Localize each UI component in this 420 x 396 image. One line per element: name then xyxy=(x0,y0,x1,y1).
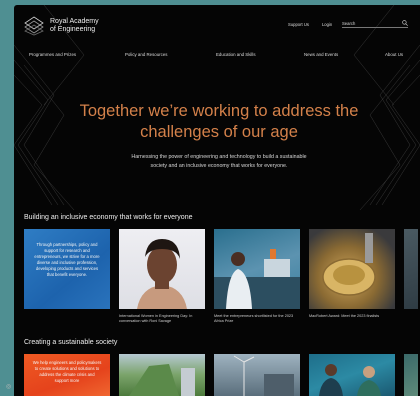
green-building-photo xyxy=(129,364,195,396)
people-photo xyxy=(319,364,381,396)
card-image xyxy=(404,229,418,309)
card-macrobert-award[interactable]: MacRobert Award: Meet the 2023 finalists xyxy=(309,229,395,324)
search-label: Search xyxy=(342,20,356,26)
card-partial[interactable] xyxy=(404,354,418,396)
nav-education-and-skills[interactable]: Education and Skills xyxy=(216,52,256,57)
card-image xyxy=(119,229,205,309)
card-overlay-text: Through partnerships, policy and support… xyxy=(34,242,100,277)
card-image xyxy=(309,229,395,309)
logo-text: Royal Academy of Engineering xyxy=(50,18,120,34)
accessibility-icon[interactable]: ◎ xyxy=(6,383,11,390)
card-image: Through partnerships, policy and support… xyxy=(24,229,110,309)
support-us-link[interactable]: Support Us xyxy=(288,22,309,27)
rae-logo-icon xyxy=(24,16,44,36)
login-link[interactable]: Login xyxy=(322,22,332,27)
wind-turbine-photo xyxy=(233,355,294,396)
card-image xyxy=(119,354,205,396)
card-image xyxy=(214,354,300,396)
nav-about-us[interactable]: About Us xyxy=(385,52,403,57)
card-africa-prize[interactable]: Meet the entrepreneurs shortlisted for t… xyxy=(214,229,300,324)
card-image: We help engineers and policymakers to cr… xyxy=(24,354,110,396)
utility-nav: Support Us Login xyxy=(288,22,332,27)
card-teal[interactable] xyxy=(309,354,395,396)
hero-subtitle-line-2: society and an inclusive economy that wo… xyxy=(150,163,288,169)
decorative-line-pattern xyxy=(14,5,420,211)
hero-title: Together we’re working to address the ch… xyxy=(54,101,384,143)
card-green-building[interactable] xyxy=(119,354,205,396)
sustainable-society-cards: We help engineers and policymakers to cr… xyxy=(24,354,418,396)
award-photo xyxy=(322,233,376,296)
card-image xyxy=(214,229,300,309)
site-logo[interactable]: Royal Academy of Engineering xyxy=(24,16,120,36)
search-icon[interactable] xyxy=(402,20,408,26)
lab-photo xyxy=(214,249,300,309)
card-sustainability-intro[interactable]: We help engineers and policymakers to cr… xyxy=(24,354,110,396)
logo-line-1: Royal Academy xyxy=(50,18,99,25)
card-partial[interactable] xyxy=(404,229,418,324)
hero-title-line-1: Together we’re working to address the xyxy=(79,102,359,120)
card-image xyxy=(404,354,418,396)
section-heading-inclusive-economy: Building an inclusive economy that works… xyxy=(24,214,193,221)
inclusive-economy-cards: Through partnerships, policy and support… xyxy=(24,229,418,324)
card-city[interactable] xyxy=(214,354,300,396)
card-caption: Meet the entrepreneurs shortlisted for t… xyxy=(214,314,294,324)
section-heading-sustainable-society: Creating a sustainable society xyxy=(24,339,118,346)
card-caption: International Women in Engineering Day: … xyxy=(119,314,193,324)
browser-page: Royal Academy of Engineering Support Us … xyxy=(14,5,420,396)
nav-news-and-events[interactable]: News and Events xyxy=(304,52,338,57)
nav-programmes-and-prizes[interactable]: Programmes and Prizes xyxy=(29,52,76,57)
card-overlay-text: We help engineers and policymakers to cr… xyxy=(32,360,102,383)
card-women-in-engineering[interactable]: International Women in Engineering Day: … xyxy=(119,229,205,324)
hero-title-line-2: challenges of our age xyxy=(140,123,298,141)
hero-subtitle-line-1: Harnessing the power of engineering and … xyxy=(131,154,307,160)
search-input[interactable]: Search xyxy=(342,19,408,28)
logo-line-2: of Engineering xyxy=(50,26,96,33)
portrait-image xyxy=(137,239,187,309)
nav-policy-and-resources[interactable]: Policy and Resources xyxy=(125,52,167,57)
card-caption: MacRobert Award: Meet the 2023 finalists xyxy=(309,314,380,318)
card-image xyxy=(309,354,395,396)
card-intro[interactable]: Through partnerships, policy and support… xyxy=(24,229,110,324)
hero-subtitle: Harnessing the power of engineering and … xyxy=(101,153,337,171)
